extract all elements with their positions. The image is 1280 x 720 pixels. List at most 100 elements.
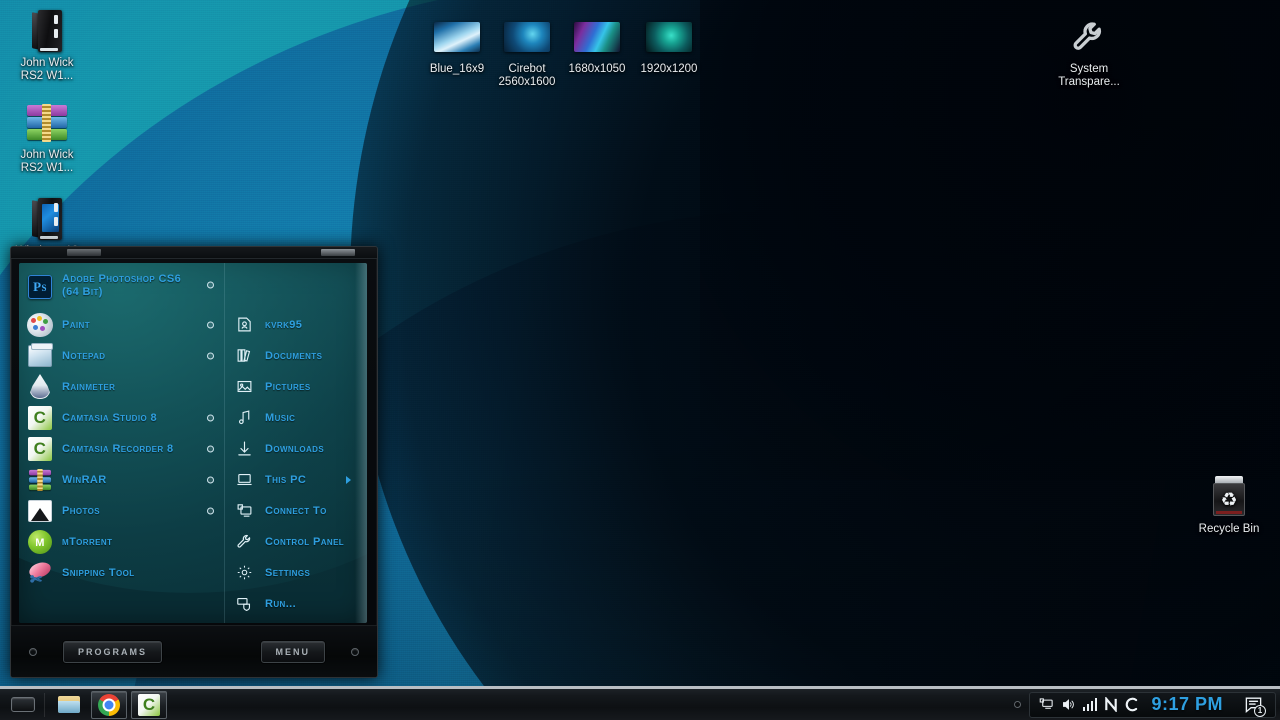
folder-icon (58, 696, 80, 713)
taskbar-item-google-chrome[interactable] (91, 690, 127, 719)
start-menu-item-label: Rainmeter (62, 380, 116, 393)
desktop-icon-label: John Wick RS2 W1... (20, 149, 74, 174)
system-tray[interactable]: 9:17 PM 1 (1013, 688, 1280, 720)
start-menu-item-marker (207, 507, 214, 514)
network-monitor-icon[interactable] (1039, 697, 1054, 712)
start-button[interactable] (6, 690, 40, 720)
start-menu[interactable]: Ps Adobe Photoshop CS6 (64 Bit) Paint No… (10, 246, 378, 678)
settings-gear-icon (233, 560, 255, 586)
wrench-icon (1046, 14, 1132, 60)
start-menu-panel: Ps Adobe Photoshop CS6 (64 Bit) Paint No… (19, 263, 367, 623)
start-menu-item-control-panel[interactable]: Control Panel (225, 526, 355, 557)
desktop-icon-recycle-bin[interactable]: ♻ Recycle Bin (1186, 474, 1272, 536)
chrome-icon (98, 693, 120, 716)
tray-overflow-indicator[interactable] (1013, 701, 1021, 708)
rainmeter-icon (27, 374, 53, 400)
tray-icon-group[interactable]: 9:17 PM 1 (1028, 691, 1276, 718)
start-menu-item-label: Adobe Photoshop CS6 (64 Bit) (62, 273, 182, 298)
footer-indicator-left (29, 647, 37, 656)
taskbar-item-camtasia[interactable]: C (131, 690, 167, 719)
start-menu-item-run[interactable]: Run... (225, 588, 355, 619)
start-menu-item-label: Snipping Tool (62, 566, 135, 579)
start-menu-footer: Programs Menu (11, 625, 377, 677)
camtasia-recorder-icon: C (27, 436, 53, 462)
programs-button[interactable]: Programs (63, 640, 163, 663)
start-menu-item-connect-to[interactable]: Connect To (225, 495, 355, 526)
start-menu-item-downloads[interactable]: Downloads (225, 433, 355, 464)
start-menu-item-label: WinRAR (62, 473, 107, 486)
action-center-icon[interactable]: 1 (1240, 692, 1266, 718)
start-menu-title-bar[interactable] (11, 247, 377, 259)
photos-icon (27, 498, 53, 524)
control-panel-icon (233, 529, 255, 555)
c-glyph-icon[interactable] (1125, 697, 1138, 712)
submenu-chevron-right-icon (346, 475, 351, 484)
start-menu-item-notepad[interactable]: Notepad (19, 340, 224, 371)
desktop-icon-label: Recycle Bin (1198, 523, 1260, 535)
start-menu-item-marker (207, 445, 214, 452)
taskbar-item-file-explorer[interactable] (51, 691, 87, 719)
desktop-icon-system-transparency[interactable]: System Transpare... (1046, 14, 1132, 89)
start-menu-item-label: Camtasia Recorder 8 (62, 442, 174, 455)
desktop-icon-john-wick-rs2-2[interactable]: John Wick RS2 W1... (4, 100, 90, 175)
start-menu-item-marker (207, 476, 214, 483)
start-menu-item-winrar[interactable]: WinRAR (19, 464, 224, 495)
start-menu-item-music[interactable]: Music (225, 402, 355, 433)
taskbar-clock[interactable]: 9:17 PM (1151, 694, 1223, 715)
user-account-icon (233, 312, 255, 338)
pc-case-screen-icon (4, 196, 90, 242)
desktop-icon-label: System Transpare... (1058, 63, 1120, 88)
desktop-icon-label: 1920x1200 (640, 63, 698, 75)
pc-case-icon (4, 8, 90, 54)
paint-icon (27, 312, 53, 338)
photoshop-icon: Ps (27, 274, 53, 300)
winrar-icon (27, 467, 53, 493)
desktop-icon-john-wick-rs2-1[interactable]: John Wick RS2 W1... (4, 8, 90, 83)
desktop[interactable]: John Wick RS2 W1... John Wick RS2 W1... … (0, 0, 1280, 720)
start-menu-item-rainmeter[interactable]: Rainmeter (19, 371, 224, 402)
title-bar-grip-right (321, 249, 355, 256)
start-menu-item-label: Pictures (265, 380, 311, 393)
start-menu-item-photos[interactable]: Photos (19, 495, 224, 526)
start-menu-item-label: Music (265, 411, 296, 424)
notepad-icon (27, 342, 53, 369)
start-menu-item-user-account[interactable]: kvrk95 (225, 309, 355, 340)
start-menu-item-paint[interactable]: Paint (19, 309, 224, 340)
camtasia-icon: C (138, 693, 160, 716)
this-pc-icon (233, 467, 255, 493)
start-menu-item-pictures[interactable]: Pictures (225, 371, 355, 402)
run-icon (233, 591, 255, 617)
taskbar[interactable]: C 9:17 PM 1 (0, 686, 1280, 720)
start-menu-item-snipping-tool[interactable]: ✄ Snipping Tool (19, 557, 224, 588)
start-menu-item-camtasia-studio[interactable]: C Camtasia Studio 8 (19, 402, 224, 433)
start-menu-item-label: Run... (265, 597, 297, 610)
recycle-bin-icon: ♻ (1186, 474, 1272, 520)
start-menu-item-utorrent[interactable]: µ µTorrent (19, 526, 224, 557)
volume-icon[interactable] (1061, 697, 1076, 712)
signal-bars-icon[interactable] (1082, 698, 1098, 711)
n-glyph-icon[interactable] (1104, 697, 1118, 712)
camtasia-studio-icon: C (27, 405, 53, 431)
start-menu-item-label: Photos (62, 504, 101, 517)
menu-button[interactable]: Menu (260, 640, 325, 663)
start-menu-item-marker (207, 352, 214, 359)
start-menu-item-documents[interactable]: Documents (225, 340, 355, 371)
pictures-icon (233, 374, 255, 400)
start-button-glyph (11, 697, 35, 712)
music-note-icon (233, 405, 255, 431)
start-menu-item-marker (207, 414, 214, 421)
start-menu-item-label: kvrk95 (265, 318, 303, 331)
start-menu-item-this-pc[interactable]: This PC (225, 464, 355, 495)
start-menu-item-adobe-photoshop[interactable]: Ps Adobe Photoshop CS6 (64 Bit) (19, 269, 224, 309)
start-menu-item-marker (207, 321, 214, 328)
desktop-icon-1920x1200[interactable]: 1920x1200 (626, 14, 712, 76)
start-menu-item-marker (207, 281, 214, 289)
start-menu-item-label: Downloads (265, 442, 325, 455)
start-menu-item-label: This PC (265, 473, 307, 486)
start-menu-programs-column: Ps Adobe Photoshop CS6 (64 Bit) Paint No… (19, 263, 224, 623)
start-menu-item-label: Control Panel (265, 535, 345, 548)
snipping-tool-icon: ✄ (27, 559, 53, 586)
desktop-icon-label: John Wick RS2 W1... (20, 57, 74, 82)
start-menu-item-camtasia-recorder[interactable]: C Camtasia Recorder 8 (19, 433, 224, 464)
start-menu-item-settings[interactable]: Settings (225, 557, 355, 588)
